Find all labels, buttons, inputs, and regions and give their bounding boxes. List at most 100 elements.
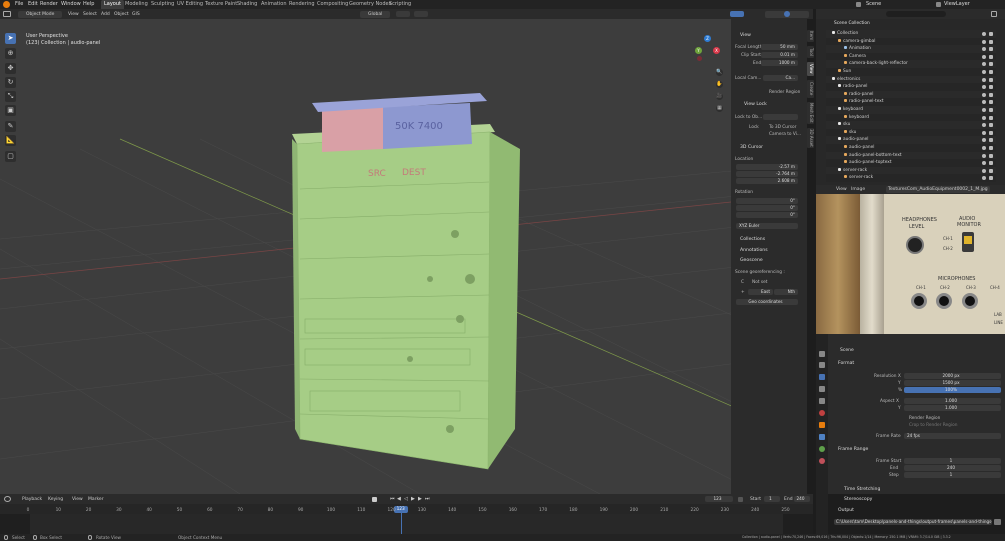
visibility-eye-icon[interactable]	[982, 123, 986, 128]
clip-end-field[interactable]: 1000 m	[761, 60, 798, 66]
origin-east-field[interactable]: East	[748, 289, 773, 295]
cursor-y-field[interactable]: -2.764 m	[736, 171, 798, 177]
timeline-menu-keying[interactable]: Keying	[46, 496, 65, 503]
visibility-eye-icon[interactable]	[982, 130, 986, 135]
view-layer-props-icon[interactable]	[819, 386, 825, 392]
image-name-field[interactable]: TexturesCom_AudioEquipment0002_1_M.jpg	[886, 186, 990, 193]
render-camera-icon[interactable]	[989, 146, 993, 150]
render-camera-icon[interactable]	[989, 108, 993, 112]
visibility-eye-icon[interactable]	[982, 92, 986, 97]
zoom-icon[interactable]: 🔍	[716, 69, 723, 76]
output-path-field[interactable]: C:\Users\tam\Desktop\panels-and-things\o…	[834, 519, 992, 525]
timeline-start-field[interactable]: 1	[764, 496, 780, 502]
render-camera-icon[interactable]	[989, 168, 993, 173]
view-section-header[interactable]: View	[740, 33, 751, 38]
measure-tool-icon[interactable]: 📐	[5, 135, 16, 146]
current-frame-field[interactable]: 123	[705, 496, 733, 502]
geo-coordinates-button[interactable]: Geo coordinates	[736, 299, 798, 305]
render-props-icon[interactable]	[819, 362, 825, 368]
cursor-z-field[interactable]: 2.608 m	[736, 178, 798, 184]
camera-to-view-checkbox[interactable]: Camera to Vi...	[769, 132, 801, 137]
scale-tool-icon[interactable]: ⤡	[5, 91, 16, 102]
visibility-eye-icon[interactable]	[982, 39, 986, 44]
add-cube-tool-icon[interactable]: ▢	[5, 151, 16, 162]
frame-range-header[interactable]: Frame Range	[838, 447, 868, 452]
prev-keyframe-icon[interactable]: ◀	[397, 496, 401, 502]
3d-cursor-header[interactable]: 3D Cursor	[740, 145, 763, 150]
image-menu-view[interactable]: View	[834, 186, 849, 193]
play-icon[interactable]: ▶	[411, 496, 415, 502]
timeline-menu-view[interactable]: View	[70, 496, 85, 503]
image-preview[interactable]: HEADPHONES LEVEL AUDIO MONITOR CH-1 CH-2…	[816, 194, 1005, 334]
render-camera-icon[interactable]	[989, 100, 993, 105]
render-camera-icon[interactable]	[989, 92, 993, 97]
sidebar-tab-view[interactable]: View	[807, 62, 814, 76]
timeline-end-field[interactable]: 240	[794, 496, 810, 502]
stereoscopy-header[interactable]: Stereoscopy	[844, 497, 872, 502]
3d-viewport[interactable]: SRC DEST 50K 7400 ➤ ⊕ ✥ ↻ ⤡ ▣ ✎ 📐 ▢ User…	[0, 19, 807, 494]
view-layer-icon[interactable]	[936, 2, 941, 7]
rotation-x-field[interactable]: 0°	[736, 198, 798, 204]
visibility-eye-icon[interactable]	[982, 138, 986, 143]
visibility-eye-icon[interactable]	[982, 100, 986, 105]
visibility-eye-icon[interactable]	[982, 115, 986, 120]
transform-tool-icon[interactable]: ▣	[5, 105, 16, 116]
focal-length-field[interactable]: 50 mm	[761, 44, 798, 50]
world-props-icon[interactable]	[819, 410, 825, 416]
sidebar-tab-tool[interactable]: Tool	[807, 46, 814, 58]
render-camera-icon[interactable]	[989, 138, 993, 143]
frame-rate-dropdown[interactable]: 24 fps	[904, 433, 1001, 439]
render-camera-icon[interactable]	[989, 130, 993, 135]
gizmo-neg-x-axis[interactable]	[697, 56, 702, 61]
cursor-x-field[interactable]: -2.57 m	[736, 164, 798, 170]
render-camera-icon[interactable]	[989, 47, 993, 52]
preview-range-icon[interactable]	[738, 496, 743, 502]
render-camera-icon[interactable]	[989, 54, 993, 59]
geoscene-header[interactable]: Geoscene	[740, 258, 763, 263]
tab-rendering[interactable]: Rendering	[286, 0, 318, 9]
output-props-icon[interactable]	[819, 374, 825, 380]
visibility-eye-icon[interactable]	[982, 168, 986, 173]
scene-collection-label[interactable]: Scene Collection	[834, 21, 870, 26]
origin-north-field[interactable]: Nth	[774, 289, 798, 295]
viewport-menu-add[interactable]: Add	[99, 11, 112, 18]
annotations-header[interactable]: Annotations	[740, 248, 768, 253]
annotate-tool-icon[interactable]: ✎	[5, 121, 16, 132]
render-camera-icon[interactable]	[989, 62, 993, 67]
modifier-props-icon[interactable]	[819, 434, 825, 440]
rotation-z-field[interactable]: 0°	[736, 212, 798, 218]
resolution-x-field[interactable]: 2000 px	[904, 373, 1001, 379]
viewport-menu-select[interactable]: Select	[81, 11, 99, 18]
lock-to-object-field[interactable]	[763, 114, 798, 120]
visibility-eye-icon[interactable]	[982, 146, 986, 150]
camera-view-icon[interactable]: 🎥	[716, 93, 723, 100]
time-stretching-header[interactable]: Time Stretching	[844, 487, 880, 492]
render-camera-icon[interactable]	[989, 161, 993, 166]
visibility-eye-icon[interactable]	[982, 70, 986, 74]
render-camera-icon[interactable]	[989, 39, 993, 44]
tab-sculpting[interactable]: Sculpting	[148, 0, 177, 9]
viewport-menu-gis[interactable]: GIS	[130, 11, 142, 18]
viewport-menu-view[interactable]: View	[66, 11, 81, 18]
tab-animation[interactable]: Animation	[258, 0, 290, 9]
scene-props-icon[interactable]	[819, 398, 825, 404]
frame-start-field[interactable]: 1	[904, 458, 1001, 464]
scene-icon[interactable]	[856, 2, 861, 7]
render-camera-icon[interactable]	[989, 70, 993, 74]
gizmo-y-axis[interactable]: Y	[695, 47, 702, 54]
folder-icon[interactable]	[994, 519, 1001, 525]
local-camera-field[interactable]: Ca...	[763, 75, 798, 81]
filter-icon[interactable]	[991, 11, 997, 17]
aspect-x-field[interactable]: 1.000	[904, 398, 1001, 404]
render-camera-icon[interactable]	[989, 153, 993, 158]
proportional-icon[interactable]	[414, 11, 428, 17]
overlays-icon[interactable]	[730, 11, 744, 17]
tool-props-icon[interactable]	[819, 351, 825, 357]
navigation-gizmo[interactable]: Z X Y	[694, 35, 722, 63]
clip-start-field[interactable]: 0.01 m	[761, 52, 798, 58]
render-camera-icon[interactable]	[989, 176, 993, 181]
tab-modeling[interactable]: Modeling	[122, 0, 151, 9]
select-tool-icon[interactable]: ➤	[5, 33, 16, 44]
visibility-eye-icon[interactable]	[982, 176, 986, 181]
render-camera-icon[interactable]	[989, 77, 993, 82]
